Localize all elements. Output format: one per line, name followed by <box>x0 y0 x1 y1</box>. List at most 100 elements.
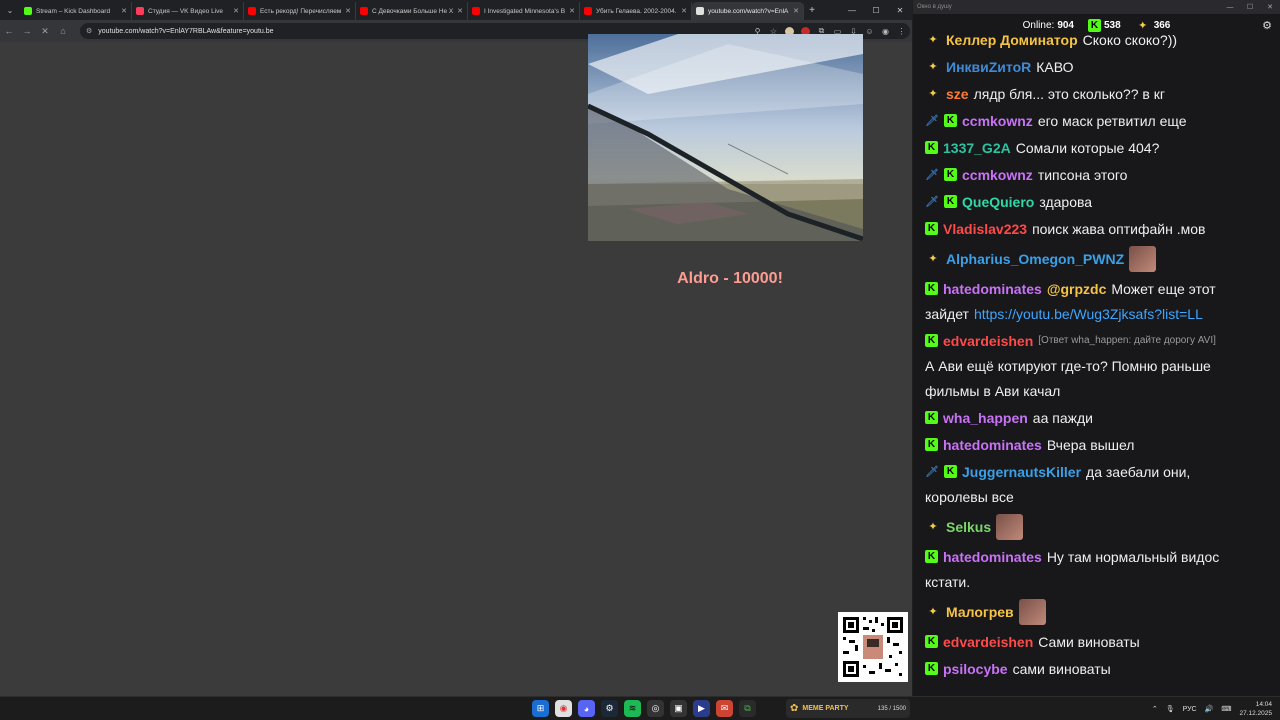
minimize-icon[interactable]: — <box>840 0 864 20</box>
home-icon[interactable]: ⌂ <box>54 22 72 40</box>
tab-title: youtube.com/watch?v=EnlA <box>708 7 789 15</box>
tab-close-icon[interactable]: ✕ <box>457 7 463 15</box>
chat-text: его маск ретвитил еще <box>1037 112 1187 129</box>
chat-username[interactable]: Selkus <box>946 517 991 537</box>
widget-progress: 135 / 1500 <box>877 705 906 712</box>
vk-badge-icon: ✦ <box>928 252 938 265</box>
microphone-icon[interactable]: 🎙 <box>1166 705 1175 713</box>
forward-icon[interactable]: → <box>18 22 36 40</box>
spotify-icon[interactable]: ≋ <box>624 700 641 717</box>
kick-badge-icon: K <box>925 635 938 648</box>
browser-tab[interactable]: Убить Гелаева. 2002-2004. ✕ <box>580 2 692 20</box>
tray-chevron-icon[interactable]: ⌃ <box>1152 705 1158 713</box>
chat-text: А Ави ещё котируют где-то? Помню раньше <box>925 357 1211 374</box>
app-icon-10[interactable]: ⧉ <box>739 700 756 717</box>
meme-party-widget[interactable]: ✿ MEME PARTY 135 / 1500 <box>786 699 910 718</box>
chrome-icon[interactable]: ◉ <box>555 700 572 717</box>
app-icon-7[interactable]: ▣ <box>670 700 687 717</box>
tab-strip: ⌄ Stream – Kick Dashboard ✕ Студия — VK Ви… <box>0 0 912 20</box>
chat-username[interactable]: psilocybe <box>943 659 1008 679</box>
discord-icon[interactable]: ◕ <box>578 700 595 717</box>
menu-icon[interactable]: ⋮ <box>897 27 906 36</box>
new-tab-button[interactable]: + <box>804 5 820 16</box>
chat-username[interactable]: edvardeishen <box>943 632 1033 652</box>
moderator-sword-icon: 🗡 <box>925 195 939 208</box>
chat-mention[interactable]: @grpzdc <box>1047 279 1107 299</box>
browser-tab[interactable]: youtube.com/watch?v=EnlA ✕ <box>692 2 804 20</box>
chat-text: сами виноваты <box>1012 660 1111 677</box>
browser-tab[interactable]: Есть рекорд! Перечисляем ✕ <box>244 2 356 20</box>
chat-message: Kwha_happen аа пажди <box>919 404 1277 431</box>
tab-title: Убить Гелаева. 2002-2004. <box>596 7 677 15</box>
close-icon[interactable]: ✕ <box>888 0 912 20</box>
vk-badge-icon: ✦ <box>928 60 938 73</box>
chat-message: K 1337_G2A Сомали которые 404? <box>919 134 1277 161</box>
chat-username[interactable]: sze <box>946 84 969 104</box>
kick-badge-icon: K <box>925 222 938 235</box>
browser-tab[interactable]: I Investigated Minnesota's B ✕ <box>468 2 580 20</box>
maximize-icon[interactable]: ☐ <box>864 0 888 20</box>
clock[interactable]: 14:04 27.12.2025 <box>1239 700 1272 718</box>
tab-close-icon[interactable]: ✕ <box>793 7 799 15</box>
chat-username[interactable]: QueQuiero <box>962 192 1034 212</box>
chat-username[interactable]: Alpharius_Omegon_PWNZ <box>946 249 1124 269</box>
chat-username[interactable]: Келлер Доминатор <box>946 30 1078 50</box>
chat-text-line: фильмы в Ави качал <box>925 381 1271 401</box>
tab-close-icon[interactable]: ✕ <box>681 7 687 15</box>
chat-username[interactable]: ccmkownz <box>962 111 1033 131</box>
start-windows-icon[interactable]: ⊞ <box>532 700 549 717</box>
chat-username[interactable]: hatedominates <box>943 279 1042 299</box>
tab-close-icon[interactable]: ✕ <box>345 7 351 15</box>
obs-icon[interactable]: ◎ <box>647 700 664 717</box>
chat-emote <box>1018 598 1046 625</box>
chat-username[interactable]: edvardeishen <box>943 331 1033 351</box>
browser-tab[interactable]: Stream – Kick Dashboard ✕ <box>20 2 132 20</box>
site-info-icon[interactable]: ⚙ <box>86 27 92 35</box>
chat-minimize-icon[interactable]: — <box>1220 0 1240 14</box>
chat-username[interactable]: Vladislav223 <box>943 219 1027 239</box>
chat-maximize-icon[interactable]: ☐ <box>1240 0 1260 14</box>
kick-badge-icon: K <box>944 114 957 127</box>
back-icon[interactable]: ← <box>0 22 18 40</box>
chat-username[interactable]: wha_happen <box>943 408 1028 428</box>
profile-icon[interactable]: ☺ <box>865 27 874 36</box>
chat-username[interactable]: hatedominates <box>943 435 1042 455</box>
chat-username[interactable]: Малогрев <box>946 602 1014 622</box>
tab-favicon-icon <box>248 7 256 15</box>
language-indicator[interactable]: РУС <box>1183 706 1197 713</box>
account-icon[interactable]: ◉ <box>881 27 890 36</box>
clock-date: 27.12.2025 <box>1239 710 1272 717</box>
chat-link[interactable]: https://youtu.be/Wug3Zjksafs?list=LL <box>974 304 1203 324</box>
chat-close-icon[interactable]: ✕ <box>1260 0 1280 14</box>
chat-message: Khatedominates Ну там нормальный видос кст… <box>919 543 1277 595</box>
tab-favicon-icon <box>360 7 368 15</box>
media-player-icon[interactable]: ▶ <box>693 700 710 717</box>
vk-badge-icon: ✦ <box>928 605 938 618</box>
moderator-sword-icon: 🗡 <box>925 168 939 181</box>
url-text[interactable]: youtube.com/watch?v=EnlAY7RBLAw&feature=… <box>98 28 273 35</box>
chat-message: 🗡 Kccmkownz его маск ретвитил еще <box>919 107 1277 134</box>
network-icon[interactable]: ⌨ <box>1221 705 1231 713</box>
volume-icon[interactable]: 🔊 <box>1205 705 1214 713</box>
chat-text: зайдет <box>925 305 969 322</box>
chat-window-title: Окно в душу <box>917 4 952 10</box>
chat-username[interactable]: ccmkownz <box>962 165 1033 185</box>
chat-username[interactable]: 1337_G2A <box>943 138 1011 158</box>
kick-badge-icon: K <box>925 662 938 675</box>
tab-close-icon[interactable]: ✕ <box>569 7 575 15</box>
tab-close-icon[interactable]: ✕ <box>121 7 127 15</box>
reply-context: [Ответ wha_happen: дайте дорогу AVI] <box>1038 334 1216 346</box>
browser-tab[interactable]: С Девочками Больше Не Х ✕ <box>356 2 468 20</box>
browser-tab[interactable]: Студия — VK Видео Live ✕ <box>132 2 244 20</box>
tab-search-icon[interactable]: ⌄ <box>0 0 20 20</box>
chat-username[interactable]: JuggernautsKiller <box>962 462 1081 482</box>
chat-titlebar: Окно в душу — ☐ ✕ <box>913 0 1280 14</box>
chat-username[interactable]: ИнквиZитоR <box>946 57 1031 77</box>
chat-message: Kedvardeishen [Ответ wha_happen: дайте до… <box>919 327 1277 404</box>
chat-text: да заебали они, <box>1086 463 1191 480</box>
steam-icon[interactable]: ⚙ <box>601 700 618 717</box>
stop-loading-icon[interactable]: ✕ <box>36 22 54 40</box>
tab-close-icon[interactable]: ✕ <box>233 7 239 15</box>
chat-username[interactable]: hatedominates <box>943 547 1042 567</box>
app-icon-9[interactable]: ✉ <box>716 700 733 717</box>
